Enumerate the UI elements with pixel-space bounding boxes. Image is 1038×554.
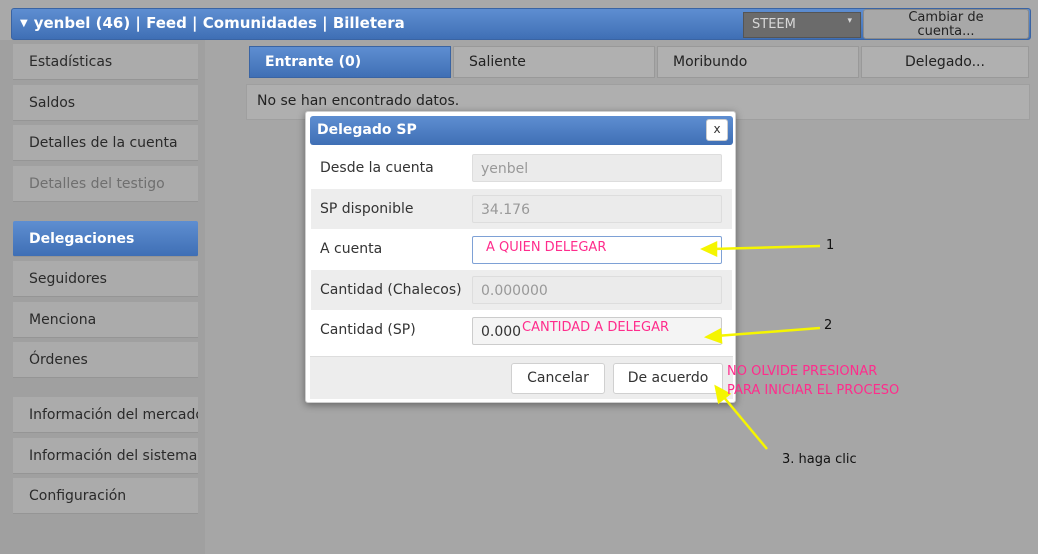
amount-vests-input: 0.000000 [472,276,722,304]
sidebar-item-delegaciones[interactable]: Delegaciones [13,221,198,257]
chevron-down-icon: ▾ [847,16,852,26]
dialog-footer: Cancelar De acuerdo [310,356,733,399]
tab-delegado[interactable]: Delegado... [861,46,1029,78]
annotation-to-whom: A QUIEN DELEGAR [486,240,607,255]
sidebar-item-detalles-cuenta[interactable]: Detalles de la cuenta [13,125,198,161]
tab-saliente[interactable]: Saliente [453,46,655,78]
sidebar-item-menciona[interactable]: Menciona [13,302,198,338]
form-row-from: Desde la cuenta yenbel [311,148,732,188]
switch-account-button[interactable]: Cambiar de cuenta... [863,9,1029,39]
header-title-text[interactable]: yenbel (46) | Feed | Comunidades | Bille… [34,14,405,32]
close-button[interactable]: x [706,119,728,141]
delegate-sp-dialog: Delegado SP x Desde la cuenta yenbel SP … [305,111,736,403]
annotation-amount: CANTIDAD A DELEGAR [522,320,669,335]
tab-entrante[interactable]: Entrante (0) [249,46,451,78]
sidebar-item-estadisticas[interactable]: Estadísticas [13,44,198,80]
form-row-available: SP disponible 34.176 [311,189,732,229]
available-sp-label: SP disponible [320,201,414,217]
sidebar: Estadísticas Saldos Detalles de la cuent… [0,40,205,554]
available-sp-input: 34.176 [472,195,722,223]
annotation-step-3: 3. haga clic [782,452,857,467]
annotation-remember-1: NO OLVIDE PRESIONAR [727,364,878,379]
sidebar-item-saldos[interactable]: Saldos [13,85,198,121]
amount-sp-label: Cantidad (SP) [320,322,416,338]
sidebar-item-configuracion[interactable]: Configuración [13,478,198,514]
tab-moribundo[interactable]: Moribundo [657,46,859,78]
sidebar-item-info-sistema[interactable]: Información del sistema [13,438,198,474]
sidebar-item-info-mercado[interactable]: Información del mercado [13,397,198,433]
annotation-remember-2: PARA INICIAR EL PROCESO [727,383,900,398]
annotation-step-2: 2 [824,318,833,333]
amount-vests-label: Cantidad (Chalecos) [320,282,462,298]
header-title[interactable]: ▼ yenbel (46) | Feed | Comunidades | Bil… [20,14,405,32]
from-account-input: yenbel [472,154,722,182]
sidebar-item-detalles-testigo[interactable]: Detalles del testigo [13,166,198,202]
top-header: ▼ yenbel (46) | Feed | Comunidades | Bil… [11,8,1031,40]
sidebar-item-ordenes[interactable]: Órdenes [13,342,198,378]
ok-button[interactable]: De acuerdo [613,363,723,394]
form-row-vests: Cantidad (Chalecos) 0.000000 [311,270,732,310]
annotation-step-1: 1 [826,238,835,253]
dialog-title: Delegado SP x [310,116,733,145]
cancel-button[interactable]: Cancelar [511,363,605,394]
network-select[interactable]: STEEM ▾ [743,12,861,38]
sidebar-item-seguidores[interactable]: Seguidores [13,261,198,297]
to-account-label: A cuenta [320,241,383,257]
caret-down-icon[interactable]: ▼ [20,18,28,29]
from-account-label: Desde la cuenta [320,160,434,176]
